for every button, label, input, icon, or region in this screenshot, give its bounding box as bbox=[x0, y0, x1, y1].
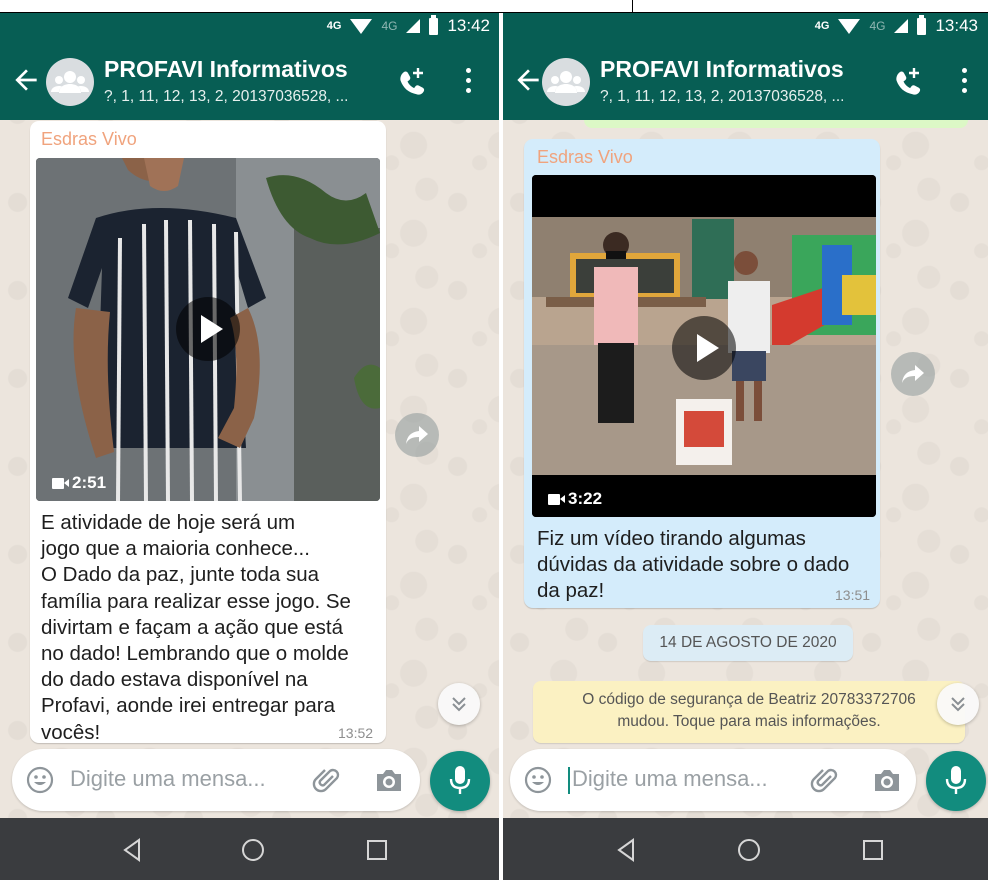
mic-button[interactable] bbox=[926, 751, 986, 811]
camera-icon[interactable] bbox=[872, 766, 902, 794]
mic-button[interactable] bbox=[430, 751, 490, 811]
message-line: dúvidas da atividade sobre o dado bbox=[537, 553, 850, 577]
battery-icon bbox=[917, 14, 927, 35]
message-bubble[interactable]: Esdras Vivo bbox=[524, 139, 880, 608]
chat-title[interactable]: PROFAVI Informativos bbox=[104, 56, 348, 83]
emoji-icon[interactable] bbox=[524, 766, 552, 794]
play-icon[interactable] bbox=[176, 297, 240, 361]
security-code-notice[interactable]: O código de segurança de Beatriz 2078337… bbox=[533, 681, 965, 743]
message-line: E atividade de hoje será um bbox=[41, 511, 296, 534]
scroll-down-icon[interactable] bbox=[937, 683, 979, 725]
group-avatar-icon[interactable] bbox=[542, 58, 590, 106]
message-line: Fiz um vídeo tirando algumas bbox=[537, 527, 806, 550]
play-icon[interactable] bbox=[672, 316, 736, 380]
panel-divider bbox=[499, 0, 503, 880]
forward-icon[interactable] bbox=[395, 413, 439, 457]
group-avatar-icon[interactable] bbox=[46, 58, 94, 106]
sender-name[interactable]: Esdras Vivo bbox=[41, 129, 137, 150]
message-input[interactable]: Digite uma mensa... bbox=[12, 749, 420, 811]
message-line: vocês! bbox=[41, 720, 101, 744]
nav-back-icon[interactable] bbox=[120, 837, 146, 863]
scroll-down-icon[interactable] bbox=[438, 683, 480, 725]
message-line: O Dado da paz, junte toda sua bbox=[41, 563, 320, 587]
menu-icon[interactable] bbox=[458, 68, 478, 98]
attach-icon[interactable] bbox=[810, 765, 840, 795]
message-text: E atividade de hoje será um jogo que a m… bbox=[41, 510, 381, 746]
volte-call-icon: 4G bbox=[814, 20, 830, 32]
video-camera-icon bbox=[548, 493, 565, 505]
back-arrow-icon[interactable] bbox=[512, 64, 544, 96]
input-placeholder[interactable]: Digite uma mensa... bbox=[70, 766, 266, 792]
cell-signal-icon bbox=[406, 19, 421, 33]
video-thumbnail[interactable]: 2:51 bbox=[36, 158, 380, 501]
video-duration: 2:51 bbox=[52, 473, 106, 493]
nav-recents-icon[interactable] bbox=[364, 837, 390, 863]
sender-name[interactable]: Esdras Vivo bbox=[537, 147, 633, 168]
phone-screen-left: 4G 4G 13:42 PROFAVI Informativos ?, 1, 1… bbox=[0, 0, 500, 880]
input-placeholder[interactable]: Digite uma mensa... bbox=[572, 766, 768, 792]
android-nav-bar bbox=[0, 818, 500, 880]
battery-icon bbox=[429, 14, 439, 35]
phone-screen-right: 4G 4G 13:43 PROFAVI Informativos ?, 1, 1… bbox=[502, 0, 988, 880]
attach-icon[interactable] bbox=[312, 765, 342, 795]
status-time: 13:42 bbox=[447, 16, 490, 35]
text-cursor bbox=[568, 767, 570, 794]
cell-signal-icon bbox=[894, 19, 909, 33]
wifi-icon bbox=[838, 18, 861, 34]
nav-recents-icon[interactable] bbox=[860, 837, 886, 863]
message-line: Profavi, aonde irei entregar para bbox=[41, 694, 336, 718]
security-notice-line: O código de segurança de Beatriz 2078337… bbox=[582, 691, 916, 708]
lte-label: 4G bbox=[869, 19, 886, 33]
chat-participants[interactable]: ?, 1, 11, 12, 13, 2, 20137036528, ... bbox=[600, 88, 844, 106]
message-time: 13:51 bbox=[835, 587, 871, 603]
camera-icon[interactable] bbox=[374, 766, 404, 794]
video-duration-label: 2:51 bbox=[72, 473, 107, 492]
chat-header[interactable]: PROFAVI Informativos ?, 1, 11, 12, 13, 2… bbox=[502, 44, 988, 120]
menu-icon[interactable] bbox=[954, 68, 974, 98]
message-line: no dado! Lembrando que o molde bbox=[41, 642, 349, 666]
message-input[interactable]: Digite uma mensa... bbox=[510, 749, 916, 811]
android-nav-bar bbox=[502, 818, 988, 880]
nav-back-icon[interactable] bbox=[614, 837, 640, 863]
message-time: 13:52 bbox=[338, 725, 374, 741]
call-add-icon[interactable] bbox=[892, 66, 924, 100]
message-line: da paz! bbox=[537, 579, 605, 603]
call-add-icon[interactable] bbox=[396, 66, 428, 100]
video-camera-icon bbox=[52, 477, 69, 489]
mic-icon bbox=[449, 766, 471, 794]
chat-header[interactable]: PROFAVI Informativos ?, 1, 11, 12, 13, 2… bbox=[0, 44, 500, 120]
message-line: divirtam e façam a ação que está bbox=[41, 615, 343, 639]
lte-label: 4G bbox=[381, 19, 398, 33]
message-line: jogo que a maioria conhece... bbox=[41, 537, 310, 561]
video-duration-label: 3:22 bbox=[568, 489, 603, 508]
nav-home-icon[interactable] bbox=[240, 837, 266, 863]
nav-home-icon[interactable] bbox=[736, 837, 762, 863]
message-bubble[interactable]: Esdras Vivo bbox=[30, 121, 386, 746]
volte-call-icon: 4G bbox=[326, 20, 342, 32]
forward-icon[interactable] bbox=[891, 352, 935, 396]
message-line: do dado estava disponível na bbox=[41, 668, 308, 692]
video-thumbnail[interactable]: 3:22 bbox=[532, 175, 876, 517]
chat-title[interactable]: PROFAVI Informativos bbox=[600, 56, 844, 83]
screenshot-top-edge bbox=[0, 0, 988, 13]
chat-participants[interactable]: ?, 1, 11, 12, 13, 2, 20137036528, ... bbox=[104, 88, 348, 106]
message-line: família para realizar esse jogo. Se bbox=[41, 589, 351, 613]
date-separator: 14 DE AGOSTO DE 2020 bbox=[643, 625, 853, 661]
back-arrow-icon[interactable] bbox=[10, 64, 42, 96]
emoji-icon[interactable] bbox=[26, 766, 54, 794]
video-duration: 3:22 bbox=[548, 489, 602, 509]
message-text: Fiz um vídeo tirando algumas dúvidas da … bbox=[537, 526, 877, 605]
mic-icon bbox=[945, 766, 967, 794]
wifi-icon bbox=[350, 18, 373, 34]
security-notice-line: mudou. Toque para mais informações. bbox=[617, 713, 881, 730]
status-time: 13:43 bbox=[935, 16, 978, 35]
